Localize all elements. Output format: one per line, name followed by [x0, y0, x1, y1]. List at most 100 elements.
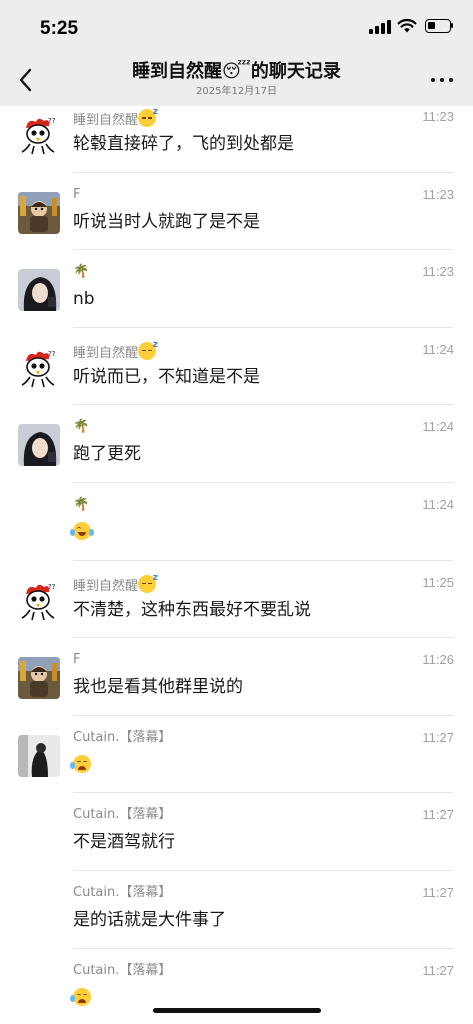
status-time: 5:25: [40, 18, 79, 39]
message-text: 不是酒驾就行: [73, 831, 175, 853]
avatar[interactable]: ??: [18, 579, 60, 622]
page-subtitle: 2025年12月17日: [196, 86, 277, 97]
divider: [73, 481, 453, 483]
sender-name-text: F: [73, 186, 81, 202]
chat-message-item[interactable]: Cutain.【落幕】 11:27 是的话就是大件事了: [0, 882, 473, 960]
message-text: [70, 987, 91, 1009]
avatar[interactable]: [18, 424, 60, 467]
chat-message-item[interactable]: 🌴 11:24: [0, 494, 473, 572]
message-text: 跑了更死: [73, 443, 141, 465]
battery-icon: [425, 19, 453, 33]
chat-message-item[interactable]: 🌴 11:24 跑了更死: [0, 416, 473, 494]
message-text-content: 听说当时人就跑了是不是: [73, 211, 260, 232]
chat-message-item[interactable]: ?? 睡到自然醒 11:25 不清楚，这种东西最好不要乱说: [0, 570, 473, 650]
crying-emoji-icon: [70, 754, 91, 773]
sender-name-text: 🌴: [73, 497, 90, 512]
message-text-content: 不清楚，这种东西最好不要乱说: [73, 599, 311, 620]
avatar[interactable]: [18, 191, 60, 234]
status-bar: 5:25: [0, 0, 473, 56]
svg-text:??: ??: [48, 583, 56, 591]
divider: [73, 714, 453, 716]
chat-message-item[interactable]: Cutain.【落幕】 11:27: [0, 960, 473, 1024]
message-time: 11:27: [422, 962, 454, 978]
sender-name: 睡到自然醒: [73, 337, 158, 362]
sender-name-text: 睡到自然醒: [73, 345, 139, 361]
message-text-content: 听说而已，不知道是不是: [73, 366, 260, 387]
chat-message-item[interactable]: ?? 睡到自然醒 11:24 听说而已，不知道是不是: [0, 337, 473, 417]
message-time: 11:24: [422, 341, 454, 357]
sender-name-text: 🌴: [73, 264, 90, 280]
message-time: 11:26: [422, 652, 454, 668]
sender-name: 🌴: [73, 497, 89, 513]
message-time: 11:23: [422, 109, 454, 124]
sender-name-text: 睡到自然醒: [73, 113, 139, 128]
svg-text:??: ??: [48, 117, 56, 125]
home-indicator[interactable]: [153, 1008, 321, 1013]
sleepy-emoji-icon: [138, 104, 158, 127]
sender-name-text: Cutain.【落幕】: [73, 962, 172, 978]
message-text-content: 不是酒驾就行: [73, 832, 175, 853]
divider: [73, 404, 453, 406]
divider: [73, 792, 453, 794]
nav-bar: 睡到自然醒😴的聊天记录 2025年12月17日: [0, 56, 473, 106]
avatar[interactable]: [18, 734, 60, 777]
more-dots-icon[interactable]: [431, 78, 455, 86]
divider: [73, 559, 453, 561]
message-text-content: nb: [73, 289, 95, 310]
sender-name: 睡到自然醒: [73, 570, 158, 595]
sender-name-text: Cutain.【落幕】: [73, 807, 172, 823]
wifi-icon: [397, 18, 417, 33]
sender-name-text: F: [73, 652, 81, 668]
chevron-left-icon[interactable]: [14, 66, 38, 94]
divider: [73, 326, 453, 328]
signal-icon: [369, 20, 391, 34]
divider: [73, 947, 453, 949]
message-text-content: 轮毂直接碎了，飞的到处都是: [73, 134, 294, 154]
chat-message-item[interactable]: ?? 睡到自然醒 11:23 轮毂直接碎了，飞的到处都是: [0, 104, 473, 184]
message-text: 听说当时人就跑了是不是: [73, 211, 260, 233]
chat-message-item[interactable]: Cutain.【落幕】 11:27: [0, 727, 473, 805]
message-time: 11:25: [422, 574, 454, 590]
message-time: 11:24: [422, 497, 454, 512]
sender-name: Cutain.【落幕】: [73, 885, 171, 901]
svg-text:??: ??: [48, 350, 56, 358]
chat-message-item[interactable]: F 11:26 我也是看其他群里说的: [0, 649, 473, 727]
sender-name: 🌴: [73, 419, 89, 435]
sender-name: Cutain.【落幕】: [73, 807, 171, 823]
divider: [73, 869, 453, 871]
chat-message-item[interactable]: F 11:23 听说当时人就跑了是不是: [0, 184, 473, 262]
tears-of-joy-emoji-icon: [70, 522, 94, 540]
message-text: 不清楚，这种东西最好不要乱说: [73, 599, 311, 621]
sender-name: Cutain.【落幕】: [73, 963, 171, 979]
sender-name: F: [73, 652, 80, 668]
sleepy-emoji-icon: [138, 570, 158, 593]
avatar[interactable]: ??: [18, 346, 60, 389]
avatar[interactable]: [18, 269, 60, 312]
page-title: 睡到自然醒😴的聊天记录: [132, 61, 341, 82]
message-text: 轮毂直接碎了，飞的到处都是: [73, 133, 294, 155]
message-text: [70, 754, 91, 776]
divider: [73, 637, 453, 639]
message-text: nb: [73, 288, 95, 310]
sender-name-text: 睡到自然醒: [73, 578, 139, 594]
message-text-content: 跑了更死: [73, 444, 141, 465]
message-text-content: 我也是看其他群里说的: [73, 677, 243, 698]
chat-message-item[interactable]: 🌴 11:23 nb: [0, 261, 473, 339]
message-time: 11:23: [422, 264, 454, 280]
chat-message-item[interactable]: Cutain.【落幕】 11:27 不是酒驾就行: [0, 804, 473, 882]
sender-name-text: Cutain.【落幕】: [73, 885, 172, 900]
avatar[interactable]: [18, 657, 60, 700]
message-text: 听说而已，不知道是不是: [73, 366, 260, 388]
sender-name: Cutain.【落幕】: [73, 730, 171, 746]
message-text: 是的话就是大件事了: [73, 909, 226, 931]
sender-name: 睡到自然醒: [73, 104, 158, 129]
message-text: [70, 521, 94, 543]
sender-name: 🌴: [73, 264, 89, 280]
sleepy-emoji-icon: [138, 337, 158, 360]
crying-emoji-icon: [70, 987, 91, 1006]
message-time: 11:27: [422, 807, 454, 823]
sender-name-text: Cutain.【落幕】: [73, 729, 172, 745]
avatar[interactable]: ??: [18, 114, 60, 156]
divider: [73, 171, 453, 173]
message-time: 11:27: [422, 885, 454, 900]
